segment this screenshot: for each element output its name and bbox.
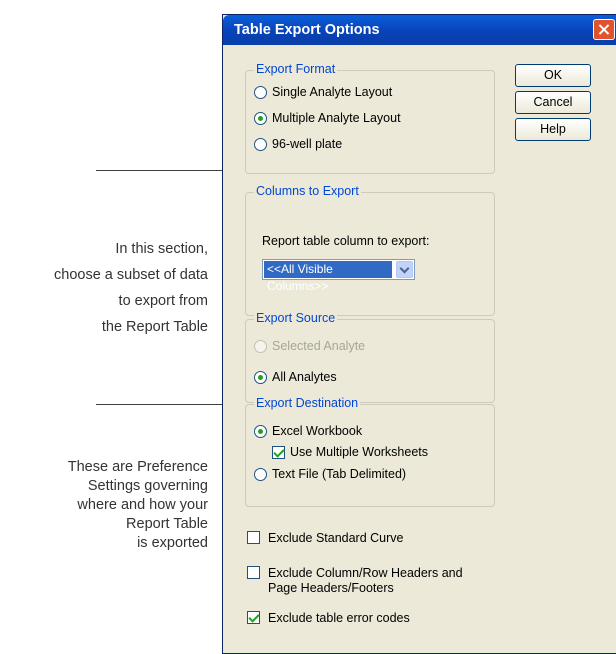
export-source-title: Export Source (254, 311, 338, 325)
chevron-down-icon[interactable] (396, 261, 413, 278)
annotation-line: choose a subset of data (54, 267, 208, 283)
checkbox[interactable] (247, 611, 260, 624)
select-value: <<All Visible Columns>> (264, 261, 392, 293)
checkbox-label-line1: Exclude Column/Row Headers and (268, 566, 463, 580)
radio-label: Single Analyte Layout (272, 85, 393, 99)
radio-button[interactable] (254, 112, 267, 125)
report-column-label: Report table column to export: (262, 234, 430, 248)
checkbox[interactable] (272, 446, 285, 459)
radio-label: Multiple Analyte Layout (272, 111, 401, 125)
radio-label: All Analytes (272, 370, 337, 384)
checkbox-label: Exclude Standard Curve (268, 531, 404, 545)
annotation-line: These are Preference (67, 459, 208, 475)
radio-button (254, 340, 267, 353)
radio-button[interactable] (254, 138, 267, 151)
annotation-line: is exported (137, 535, 208, 551)
annotation-line: Report Table (126, 516, 208, 532)
radio-label: Text File (Tab Delimited) (272, 467, 407, 481)
radio-button[interactable] (254, 468, 267, 481)
preferences-annotation: These are Preference Settings governing … (68, 458, 208, 553)
export-format-title: Export Format (254, 62, 338, 76)
table-export-options-dialog: Table Export Options Export Format Singl… (222, 14, 616, 654)
checkbox-label: Exclude table error codes (268, 611, 410, 625)
annotation-line: to export from (118, 293, 208, 309)
help-button[interactable]: Help (515, 118, 591, 141)
annotation-line: where and how your (77, 497, 208, 513)
cancel-button[interactable]: Cancel (515, 91, 591, 114)
export-destination-group: Export Destination Excel Workbook Use Mu… (245, 396, 495, 507)
columns-annotation: In this section, choose a subset of data… (54, 236, 208, 340)
checkbox-label: Exclude Column/Row Headers and Page Head… (268, 566, 463, 596)
ok-button[interactable]: OK (515, 64, 591, 87)
export-destination-title: Export Destination (254, 396, 361, 410)
export-source-group: Export Source Selected Analyte All Analy… (245, 311, 495, 403)
dialog-title: Table Export Options (234, 22, 380, 38)
annotation-line: the Report Table (101, 319, 208, 335)
columns-to-export-group: Columns to Export Report table column to… (245, 184, 495, 316)
checkbox-label: Use Multiple Worksheets (290, 445, 429, 459)
checkbox[interactable] (247, 531, 260, 544)
annotation-line: Settings governing (87, 478, 208, 494)
checkbox[interactable] (247, 566, 260, 579)
radio-button[interactable] (254, 86, 267, 99)
report-column-select[interactable]: <<All Visible Columns>> (262, 259, 415, 293)
radio-button[interactable] (254, 371, 267, 384)
radio-label: 96-well plate (272, 137, 343, 151)
radio-label: Selected Analyte (272, 339, 366, 353)
radio-button[interactable] (254, 425, 267, 438)
export-format-group: Export Format Single Analyte Layout Mult… (245, 62, 495, 174)
annotation-line: In this section, (115, 241, 208, 257)
dialog-titlebar[interactable]: Table Export Options (223, 15, 616, 45)
close-icon[interactable] (593, 19, 615, 40)
checkbox-label-line2: Page Headers/Footers (268, 581, 394, 595)
columns-to-export-title: Columns to Export (254, 184, 361, 198)
radio-label: Excel Workbook (272, 424, 363, 438)
